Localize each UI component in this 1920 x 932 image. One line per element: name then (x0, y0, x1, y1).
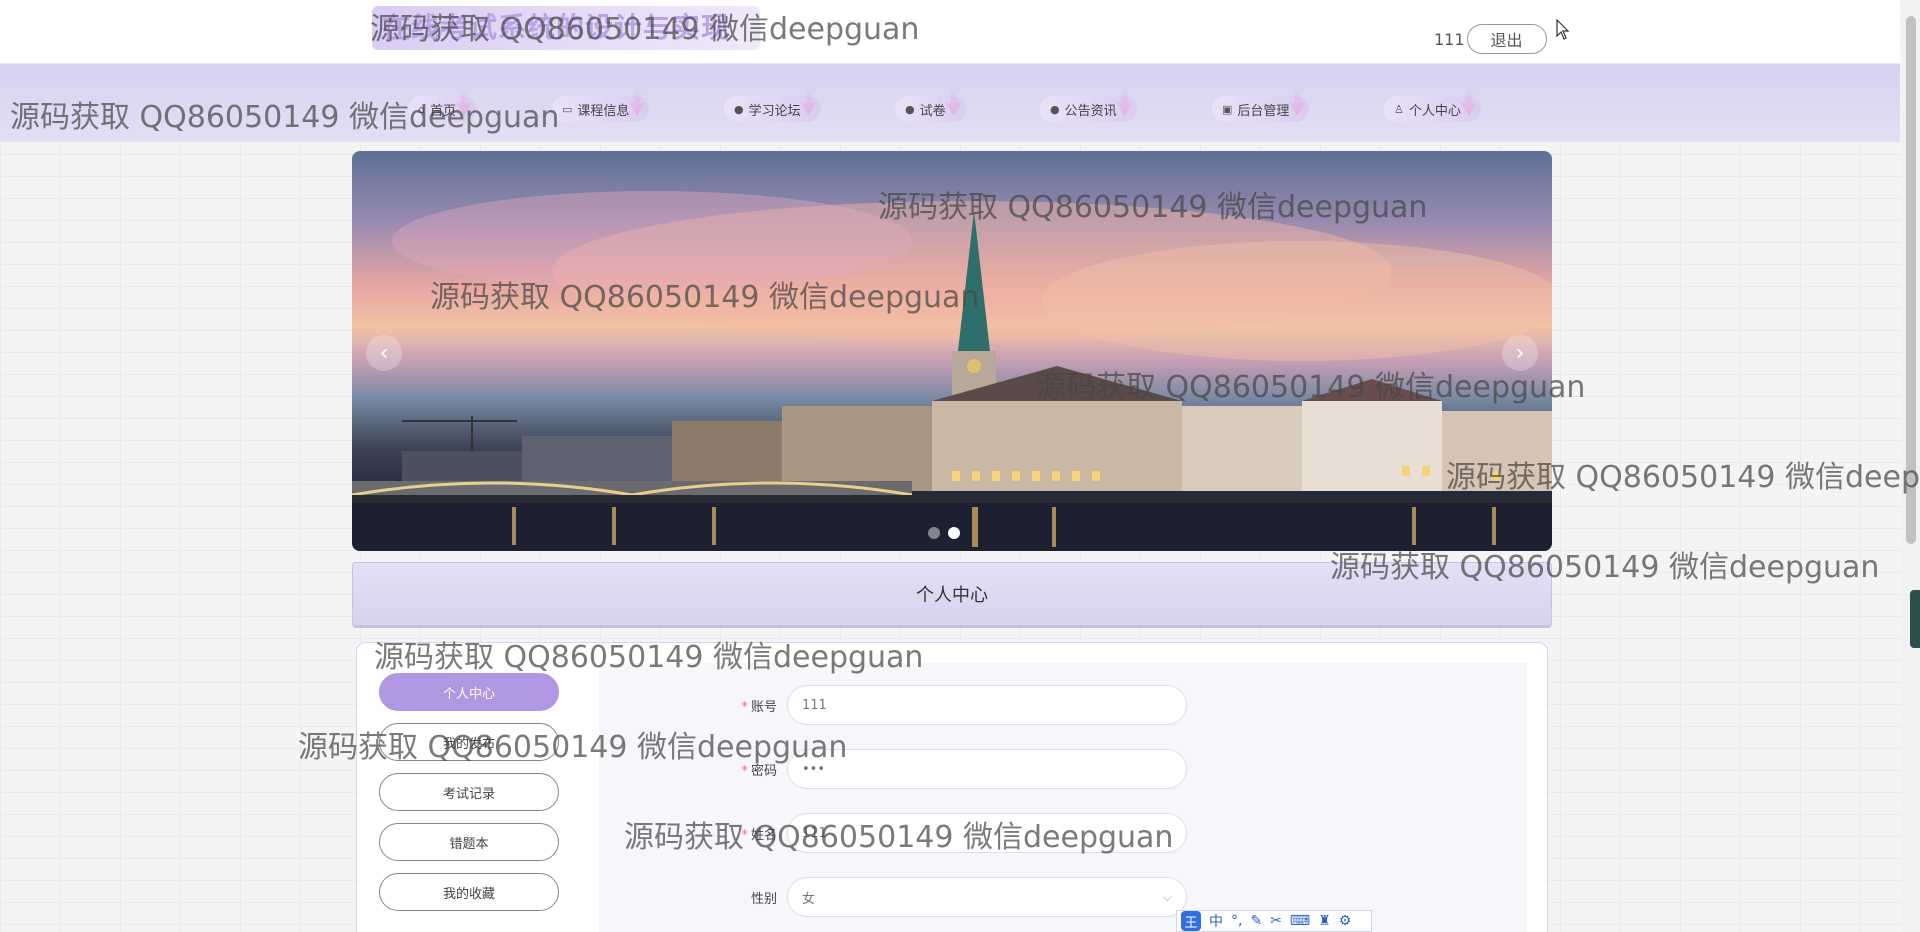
user-area: 111 退出 (1434, 24, 1547, 54)
logout-button[interactable]: 退出 (1466, 24, 1547, 54)
nav-label: 首页 (429, 103, 456, 119)
nav-item-forum[interactable]: ● 学习论坛 (724, 96, 821, 122)
keyboard-icon[interactable]: ⌨ (1290, 913, 1310, 929)
section-title: 个人中心 (352, 562, 1552, 628)
sidebar-item-exam-records[interactable]: 考试记录 (379, 773, 559, 811)
mouse-cursor-icon (1556, 19, 1570, 40)
nav-item-courses[interactable]: ▭ 课程信息 (552, 96, 650, 122)
info-icon: ● (1050, 102, 1060, 116)
main-nav: ⌂ 首页 ▭ 课程信息 ● 学习论坛 ● 试卷 ● 公告资讯 ▣ 后台管理 ♙ … (0, 64, 1900, 142)
carousel-dot[interactable] (928, 527, 940, 539)
password-input[interactable]: ••• (787, 749, 1187, 789)
profile-panel: 个人中心 我的发布 考试记录 错题本 我的收藏 * 账号 111 * 密码 ••• … (356, 642, 1548, 932)
user-name: 111 (1434, 29, 1465, 49)
form-row-account: * 账号 111 (599, 685, 1187, 725)
punctuation-icon[interactable]: °, (1231, 913, 1242, 929)
nav-item-news[interactable]: ● 公告资讯 (1040, 96, 1137, 122)
sidebar-item-my-posts[interactable]: 我的发布 (379, 723, 559, 761)
chevron-down-icon: ⌵ (1162, 889, 1172, 904)
nav-label: 公告资讯 (1064, 103, 1117, 119)
required-mark: * (741, 827, 748, 843)
nav-label: 课程信息 (577, 103, 630, 119)
side-floating-widget[interactable] (1910, 590, 1920, 648)
home-icon: ⌂ (418, 102, 425, 116)
required-mark: * (741, 763, 748, 779)
nav-label: 试卷 (919, 103, 946, 119)
briefcase-icon: ▣ (1222, 102, 1233, 116)
info-icon: ● (734, 102, 744, 116)
gear-icon[interactable]: ⚙ (1339, 913, 1352, 929)
nav-label: 学习论坛 (748, 103, 801, 119)
carousel-next-button[interactable]: › (1502, 335, 1538, 371)
password-label: * 密码 (741, 763, 777, 779)
sidebar-item-profile[interactable]: 个人中心 (379, 673, 559, 711)
nav-item-home[interactable]: ⌂ 首页 (408, 96, 476, 122)
form-row-gender: 性别 女 ⌵ (599, 877, 1187, 917)
user-icon: ♙ (1394, 102, 1404, 116)
gender-select[interactable]: 女 ⌵ (787, 877, 1187, 917)
sidebar-item-favorites[interactable]: 我的收藏 (379, 873, 559, 911)
profile-form: * 账号 111 * 密码 ••• * 姓名 111 性别 女 ⌵ (599, 663, 1527, 932)
ime-mode-toggle[interactable]: 中 (1209, 911, 1223, 931)
banner-image (352, 191, 1552, 551)
carousel-prev-button[interactable]: ‹ (366, 335, 402, 371)
required-mark: * (741, 699, 748, 715)
question-icon: ● (905, 102, 915, 116)
nav-item-profile[interactable]: ♙ 个人中心 (1384, 96, 1481, 122)
gender-label: 性别 (750, 891, 777, 907)
banner-carousel: ‹ › (352, 151, 1552, 551)
nav-label: 后台管理 (1237, 103, 1290, 119)
name-input[interactable]: 111 (787, 813, 1187, 853)
sidebar-item-wrong-questions[interactable]: 错题本 (379, 823, 559, 861)
account-input[interactable]: 111 (787, 685, 1187, 725)
form-row-password: * 密码 ••• (599, 749, 1187, 789)
carousel-indicators (928, 527, 960, 539)
page-scrollbar[interactable] (1902, 0, 1920, 932)
carousel-dot-active[interactable] (948, 527, 960, 539)
nav-label: 个人中心 (1408, 103, 1461, 119)
name-label: * 姓名 (741, 827, 777, 843)
form-row-name: * 姓名 111 (599, 813, 1187, 853)
nav-item-exam-paper[interactable]: ● 试卷 (895, 96, 966, 122)
scrollbar-thumb[interactable] (1906, 16, 1916, 544)
account-label: * 账号 (741, 699, 777, 715)
bag-icon: ▭ (562, 102, 573, 116)
nav-item-admin[interactable]: ▣ 后台管理 (1212, 96, 1310, 122)
top-header: 在线考试系统的设计与实现 111 退出 (0, 0, 1900, 64)
pen-icon[interactable]: ✎ (1250, 913, 1262, 929)
skin-icon[interactable]: ♜ (1318, 913, 1331, 929)
ime-toolbar: 王 中 °, ✎ ✂ ⌨ ♜ ⚙ (1176, 910, 1372, 932)
scissors-icon[interactable]: ✂ (1270, 913, 1282, 929)
ime-logo-icon[interactable]: 王 (1181, 911, 1201, 931)
site-title: 在线考试系统的设计与实现 (372, 6, 760, 50)
